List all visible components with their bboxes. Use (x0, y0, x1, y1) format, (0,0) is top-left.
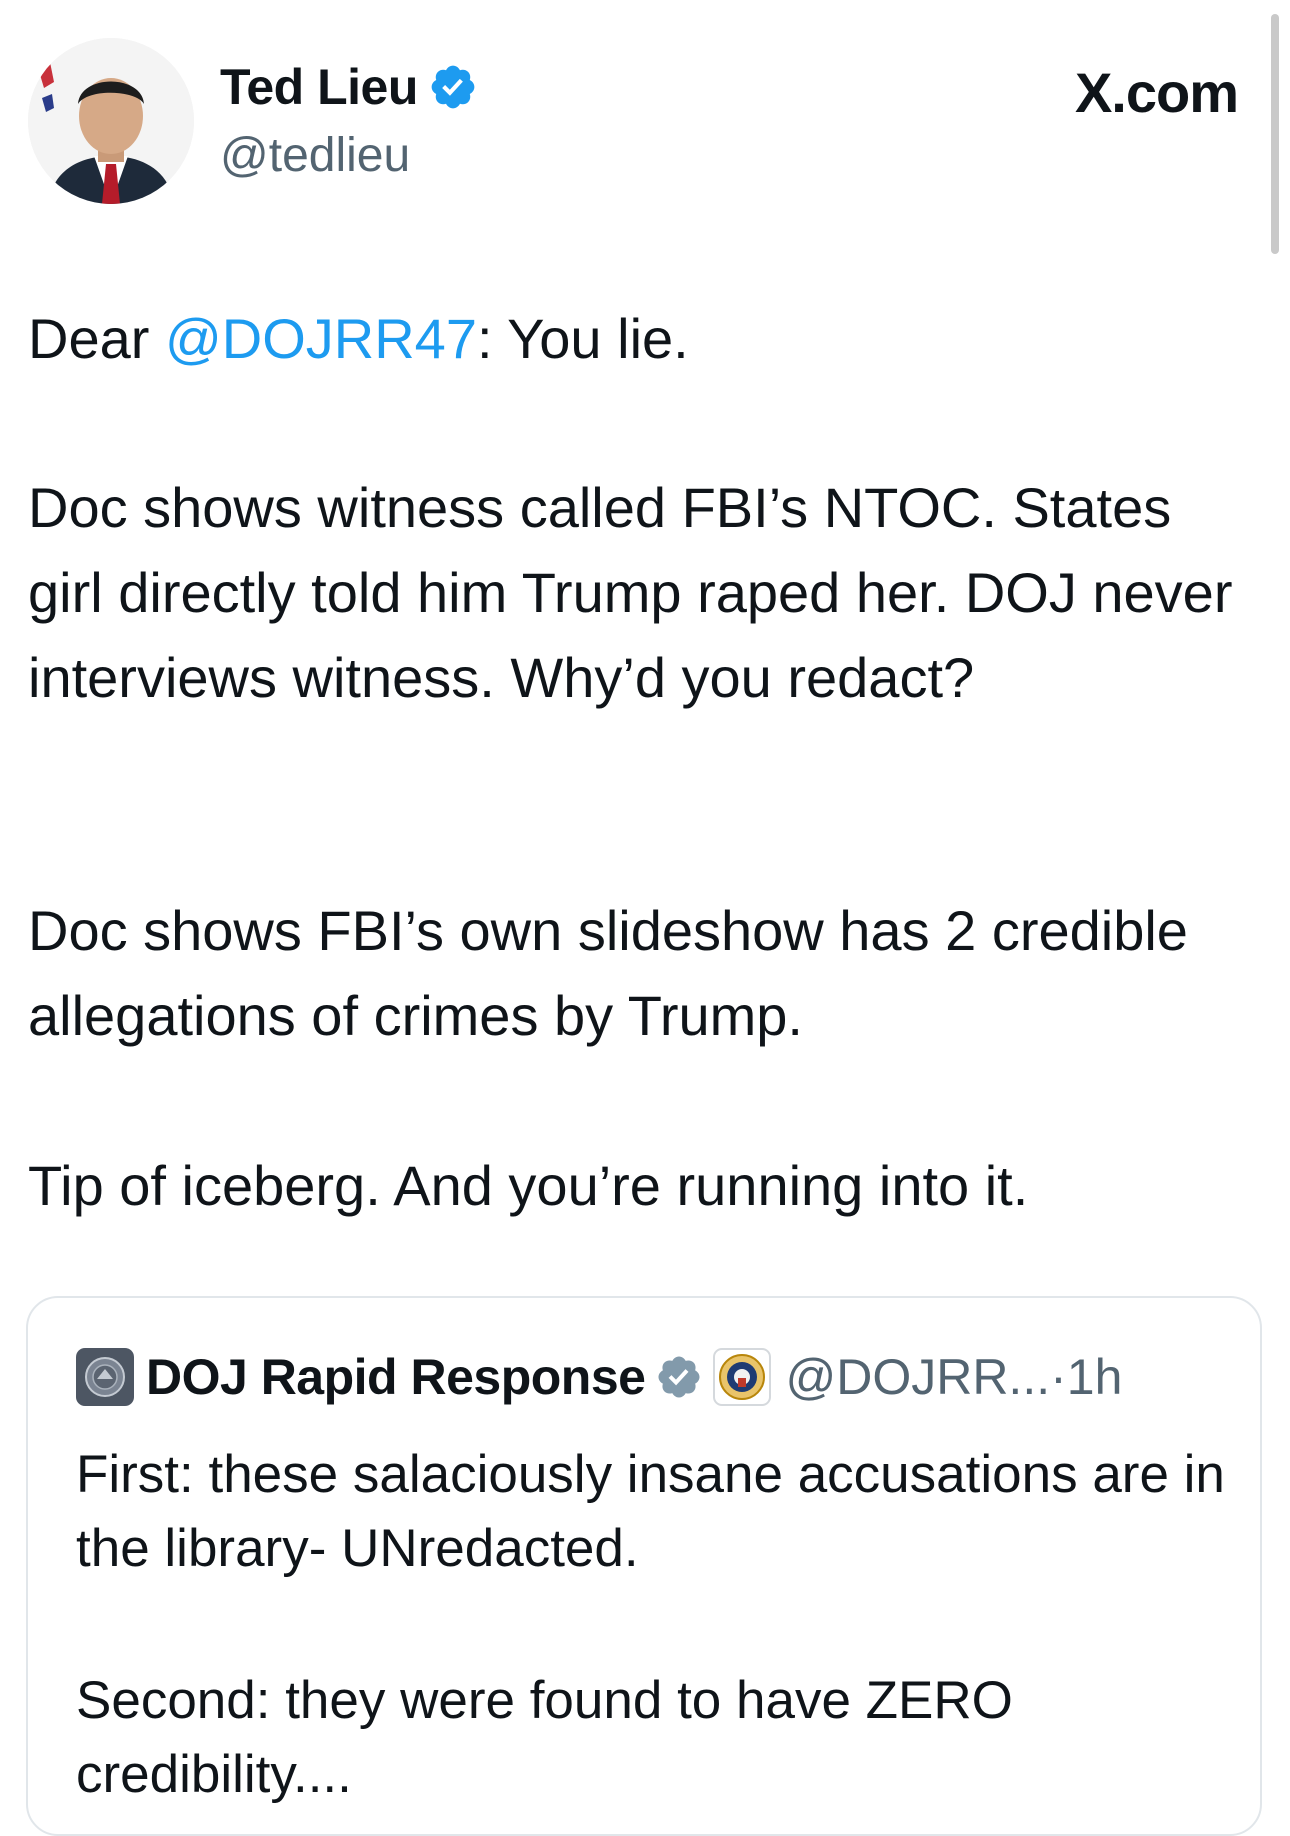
tweet-paragraph-3: Doc shows FBI’s own slideshow has 2 cred… (28, 899, 1188, 1047)
gray-verified-badge-icon (658, 1356, 700, 1398)
quoted-paragraph-2: Second: they were found to have ZERO cre… (76, 1671, 1013, 1804)
quoted-tweet-header: DOJ Rapid Response @DOJRR...·1h (76, 1348, 1122, 1406)
tweet-text-prefix: Dear (28, 307, 165, 370)
quoted-handle-text: @DOJRR... (785, 1349, 1051, 1405)
quoted-author-handle[interactable]: @DOJRR...·1h (785, 1348, 1122, 1406)
quoted-time[interactable]: 1h (1067, 1349, 1123, 1405)
quoted-author-name[interactable]: DOJ Rapid Response (146, 1348, 646, 1406)
mention-link[interactable]: @DOJRR47 (165, 307, 477, 370)
doj-seal-icon (713, 1348, 772, 1406)
quoted-tweet-card[interactable]: DOJ Rapid Response @DOJRR...·1h First: t… (26, 1296, 1262, 1836)
quoted-separator: · (1050, 1349, 1067, 1405)
scrollbar[interactable] (1271, 14, 1279, 254)
avatar[interactable] (28, 38, 194, 204)
tweet-line-1: Dear @DOJRR47: You lie. (28, 296, 1248, 381)
tweet-paragraph-2: Doc shows witness called FBI’s NTOC. Sta… (28, 476, 1233, 709)
x-logo[interactable]: X.com (1075, 60, 1239, 125)
author-handle[interactable]: @tedlieu (220, 128, 410, 183)
doj-avatar[interactable] (76, 1348, 134, 1406)
author-name[interactable]: Ted Lieu (220, 58, 418, 116)
verified-badge-icon (431, 65, 475, 109)
quoted-paragraph-1: First: these salaciously insane accusati… (76, 1445, 1225, 1578)
tweet-text-suffix: : You lie. (476, 307, 689, 370)
tweet-paragraph-4: Tip of iceberg. And you’re running into … (28, 1154, 1029, 1217)
author-name-row: Ted Lieu (220, 58, 478, 116)
